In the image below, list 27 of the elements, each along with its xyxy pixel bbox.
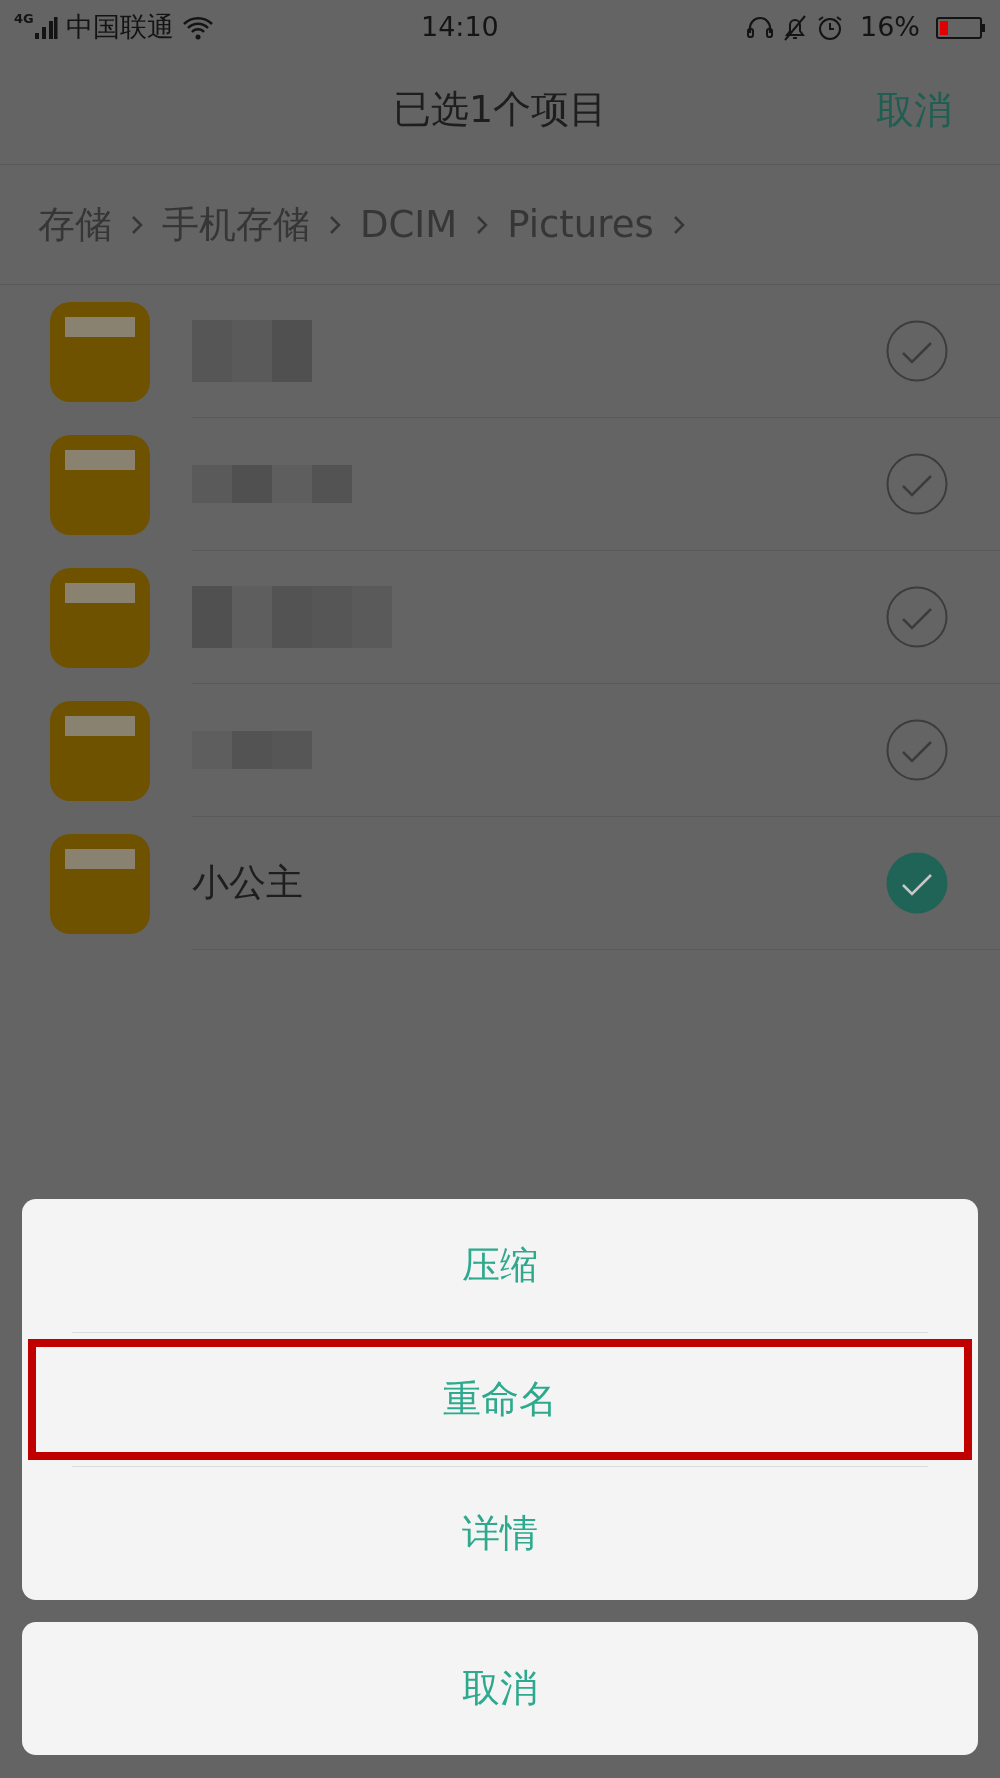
carrier-name: 中国联通 — [65, 10, 174, 45]
network-type: 4G — [14, 12, 34, 25]
header-title: 已选1个项目 — [392, 86, 608, 133]
check-circle-icon[interactable] — [886, 586, 948, 648]
battery-icon — [936, 15, 986, 40]
folder-name: 小公主 — [192, 860, 304, 907]
menu-item[interactable]: 重命名 — [22, 1333, 978, 1466]
menu-item[interactable]: 压缩 — [22, 1199, 978, 1332]
check-circle-icon[interactable] — [886, 320, 948, 382]
sheet-cancel-button[interactable]: 取消 — [22, 1622, 978, 1755]
check-circle-icon[interactable] — [886, 453, 948, 515]
clock-time: 14:10 — [420, 10, 499, 45]
folder-icon — [50, 567, 150, 668]
alarm-clock-icon — [816, 13, 844, 42]
wifi-icon — [181, 15, 214, 40]
headset-icon — [746, 14, 774, 41]
folder-icon — [50, 700, 150, 801]
folder-icon — [50, 833, 150, 934]
cancel-link[interactable]: 取消 — [876, 81, 952, 138]
check-circle-icon[interactable] — [886, 852, 948, 914]
signal-icon — [33, 16, 58, 39]
bell-off-icon — [782, 13, 808, 42]
check-circle-icon[interactable] — [886, 719, 948, 781]
folder-icon — [50, 301, 150, 402]
menu-item[interactable]: 详情 — [22, 1467, 978, 1600]
folder-icon — [50, 434, 150, 535]
battery-percent: 16% — [860, 10, 920, 45]
